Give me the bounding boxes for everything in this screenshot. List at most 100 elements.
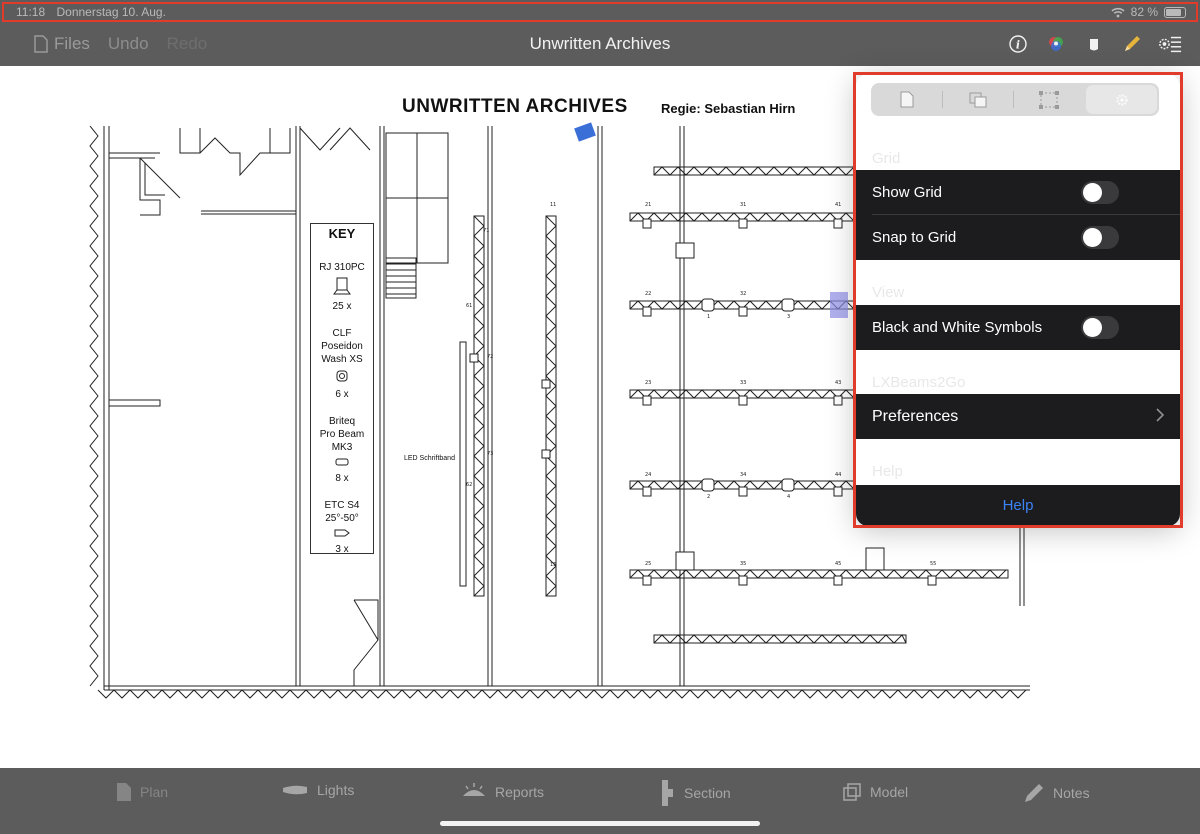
- svg-text:34: 34: [740, 472, 746, 478]
- settings-list-icon: [1159, 36, 1182, 53]
- beam-fixture-icon: [335, 458, 349, 466]
- home-indicator[interactable]: [440, 821, 760, 826]
- svg-text:4: 4: [787, 494, 790, 500]
- wash-fixture-icon: [336, 370, 348, 382]
- tab-lights[interactable]: Lights: [281, 782, 354, 798]
- tab-model[interactable]: Model: [842, 782, 908, 802]
- key-item-count: 25 x: [332, 301, 352, 312]
- key-item-name: Briteq: [328, 416, 356, 427]
- pencil-icon: [1025, 784, 1043, 802]
- reports-icon: [463, 783, 485, 796]
- copy-icon: [969, 92, 986, 107]
- section-header-lxbeams: LXBeams2Go: [872, 374, 966, 391]
- popover-segmented-control: [871, 83, 1159, 116]
- key-item-name: Pro Beam: [319, 429, 365, 440]
- snap-to-grid-toggle[interactable]: [1081, 226, 1119, 249]
- battery-text: 82 %: [1130, 5, 1158, 19]
- key-title: KEY: [328, 226, 356, 241]
- document-icon: [34, 35, 48, 53]
- key-item-name: 25°-50°: [325, 513, 359, 524]
- files-button[interactable]: Files: [34, 34, 90, 54]
- help-button[interactable]: Help: [856, 485, 1180, 526]
- wifi-icon: [1111, 7, 1125, 17]
- svg-text:41: 41: [835, 202, 841, 208]
- tab-reports[interactable]: Reports: [461, 782, 544, 802]
- svg-text:1: 1: [707, 314, 710, 320]
- svg-text:44: 44: [835, 472, 841, 478]
- bw-symbols-toggle[interactable]: [1081, 316, 1119, 339]
- fresnel-fixture-icon: [333, 277, 351, 295]
- cube-icon: [843, 783, 861, 801]
- section-icon: [662, 780, 673, 806]
- show-grid-toggle[interactable]: [1081, 181, 1119, 204]
- key-item: RJ 310PC 25 x: [311, 261, 373, 313]
- key-item-name: MK3: [331, 442, 353, 453]
- moving-head-icon: [574, 122, 596, 142]
- select-icon: [1038, 90, 1059, 109]
- chevron-right-icon: [1156, 408, 1164, 422]
- key-item-count: 3 x: [335, 544, 349, 555]
- navigation-bar: Files Undo Redo Unwritten Archives i: [0, 24, 1200, 66]
- settings-button[interactable]: [1158, 32, 1182, 56]
- lamp-button[interactable]: [1082, 32, 1106, 56]
- snap-to-grid-row[interactable]: Snap to Grid: [856, 215, 1180, 260]
- svg-text:25: 25: [645, 561, 651, 567]
- svg-text:71: 71: [483, 228, 489, 234]
- status-date: Donnerstag 10. Aug.: [56, 5, 166, 19]
- document-icon: [117, 783, 131, 801]
- segment-settings[interactable]: [1086, 85, 1157, 114]
- svg-text:22: 22: [645, 291, 651, 297]
- redo-button[interactable]: Redo: [167, 34, 208, 54]
- segment-copy[interactable]: [942, 83, 1013, 116]
- tab-plan-label: Plan: [140, 784, 169, 800]
- svg-text:61: 61: [466, 303, 472, 309]
- show-grid-row[interactable]: Show Grid: [856, 170, 1180, 215]
- preferences-label: Preferences: [872, 407, 959, 425]
- segment-select[interactable]: [1013, 83, 1084, 116]
- section-header-view: View: [872, 284, 905, 301]
- svg-text:3: 3: [787, 314, 790, 320]
- segment-document[interactable]: [871, 83, 942, 116]
- svg-text:i: i: [1016, 39, 1020, 52]
- svg-text:45: 45: [835, 561, 841, 567]
- battery-icon: [1164, 6, 1186, 18]
- undo-button[interactable]: Undo: [108, 34, 149, 54]
- key-item-name: CLF: [332, 328, 352, 339]
- lamp-icon: [1090, 39, 1098, 51]
- tab-notes[interactable]: Notes: [1023, 782, 1090, 804]
- key-item-name: ETC S4: [324, 500, 360, 511]
- color-button[interactable]: [1044, 32, 1068, 56]
- svg-text:72: 72: [487, 354, 493, 360]
- svg-text:23: 23: [645, 380, 651, 386]
- bw-symbols-row[interactable]: Black and White Symbols: [856, 305, 1180, 350]
- info-icon: i: [1009, 35, 1027, 53]
- tab-plan[interactable]: Plan: [116, 782, 168, 802]
- tab-lights-label: Lights: [317, 782, 355, 798]
- svg-text:21: 21: [645, 202, 651, 208]
- key-item: CLF Poseidon Wash XS 6 x: [311, 327, 373, 401]
- svg-text:73: 73: [487, 451, 493, 457]
- preferences-row[interactable]: Preferences: [856, 394, 1180, 439]
- tab-reports-label: Reports: [495, 784, 545, 800]
- svg-text:33: 33: [740, 380, 746, 386]
- color-wheel-icon: [1049, 37, 1063, 51]
- key-item-name: RJ 310PC: [319, 262, 365, 273]
- plan-title: UNWRITTEN ARCHIVES: [402, 96, 628, 117]
- snap-to-grid-label: Snap to Grid: [872, 229, 957, 246]
- svg-text:31: 31: [740, 202, 746, 208]
- svg-text:2: 2: [707, 494, 710, 500]
- tab-section-label: Section: [684, 785, 731, 801]
- tab-section[interactable]: Section: [658, 779, 731, 807]
- bw-symbols-label: Black and White Symbols: [872, 319, 1043, 336]
- files-label: Files: [54, 34, 90, 53]
- document-icon: [900, 91, 913, 108]
- legend-key: KEY RJ 310PC 25 x CLF Poseidon Wash XS 6…: [310, 223, 374, 556]
- pencil-button[interactable]: [1120, 32, 1144, 56]
- section-header-grid: Grid: [872, 150, 901, 167]
- tab-notes-label: Notes: [1053, 785, 1090, 801]
- svg-text:15: 15: [550, 562, 556, 568]
- info-button[interactable]: i: [1006, 32, 1030, 56]
- key-item: ETC S4 25°-50° 3 x: [311, 499, 373, 556]
- show-grid-label: Show Grid: [872, 184, 943, 201]
- key-item-name: Wash XS: [321, 354, 363, 365]
